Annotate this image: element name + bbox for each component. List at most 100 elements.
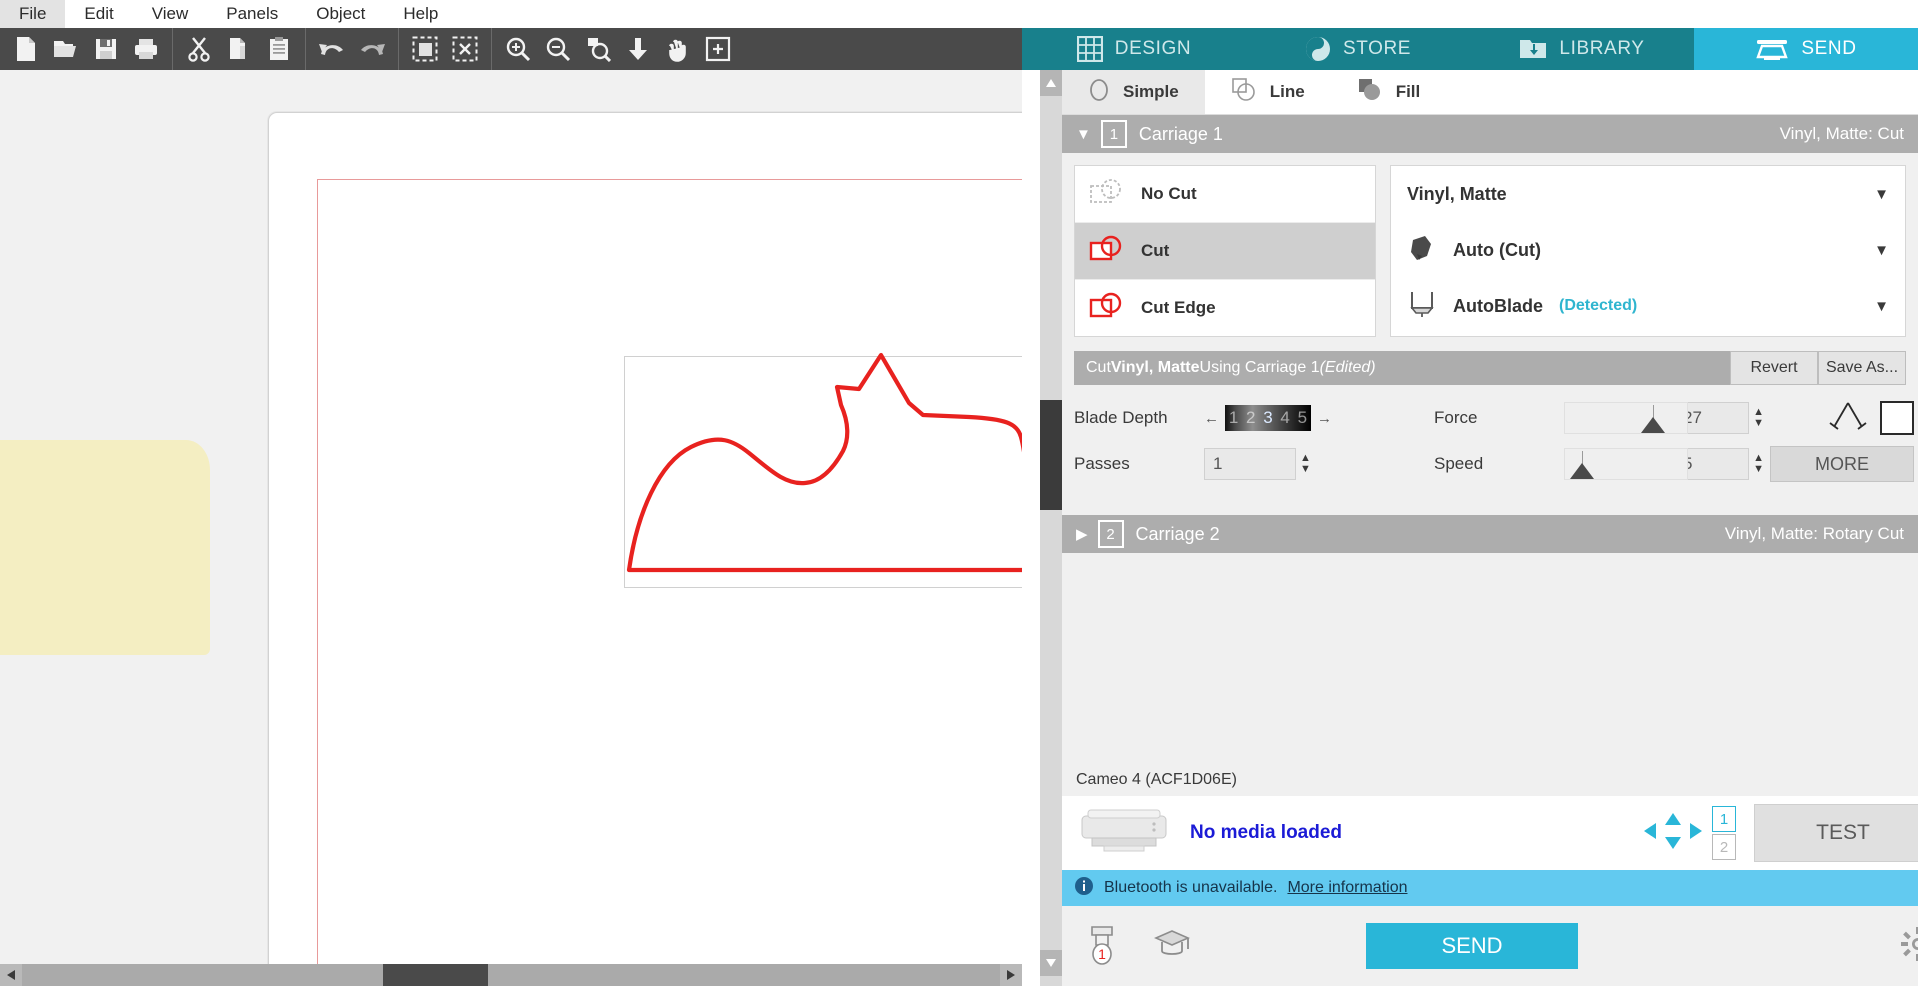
cut-option-cut[interactable]: Cut (1075, 223, 1375, 280)
paste-clipboard-icon[interactable] (259, 28, 299, 70)
panel-scroll-down-icon[interactable] (1040, 950, 1062, 976)
zoom-selection-icon[interactable] (578, 28, 618, 70)
tab-design[interactable]: DESIGN (1022, 28, 1246, 70)
more-button[interactable]: MORE (1770, 446, 1914, 482)
cut-option-cut-edge[interactable]: Cut Edge (1075, 280, 1375, 336)
blade-depth-increase-icon[interactable]: → (1317, 410, 1332, 427)
cut-option-no-cut[interactable]: No Cut (1075, 166, 1375, 223)
send-button[interactable]: SEND (1366, 923, 1578, 969)
save-as-button[interactable]: Save As... (1818, 351, 1906, 385)
passes-stepper[interactable]: 1 ▲ ▼ (1204, 448, 1354, 480)
save-icon[interactable] (86, 28, 126, 70)
more-information-link[interactable]: More information (1287, 879, 1407, 897)
preset-prefix: Cut (1086, 359, 1111, 376)
tab-library[interactable]: LIBRARY (1470, 28, 1694, 70)
print-icon[interactable] (126, 28, 166, 70)
undo-icon[interactable] (312, 28, 352, 70)
tab-send-label: SEND (1801, 38, 1857, 59)
open-folder-icon[interactable] (46, 28, 86, 70)
panel-scroll-up-icon[interactable] (1040, 70, 1062, 96)
tool-select[interactable]: AutoBlade (Detected) ▼ (1391, 278, 1905, 334)
tab-simple-label: Simple (1123, 82, 1179, 101)
revert-button[interactable]: Revert (1730, 351, 1818, 385)
tab-simple[interactable]: Simple (1062, 70, 1205, 114)
speed-stepper-arrows[interactable]: ▲ ▼ (1753, 453, 1764, 475)
tab-fill[interactable]: Fill (1331, 70, 1447, 114)
action-name: Auto (Cut) (1453, 239, 1541, 260)
zoom-region-icon[interactable] (698, 28, 738, 70)
menu-item-help[interactable]: Help (384, 0, 457, 28)
tab-send[interactable]: SEND (1694, 28, 1918, 70)
test-button[interactable]: TEST (1754, 804, 1918, 862)
blade-depth-roller[interactable]: 1 2 3 4 5 (1225, 405, 1311, 431)
force-label: Force (1434, 408, 1478, 427)
select-all-icon[interactable] (405, 28, 445, 70)
menu-item-edit[interactable]: Edit (65, 0, 132, 28)
carriage-selector-2[interactable]: 2 (1712, 834, 1736, 860)
deselect-all-icon[interactable] (445, 28, 485, 70)
scroll-right-arrow-icon[interactable] (1000, 964, 1022, 986)
chevron-down-icon[interactable]: ▼ (1874, 242, 1889, 259)
panel-vertical-scrollbar[interactable] (1040, 70, 1062, 986)
tab-line[interactable]: Line (1205, 70, 1331, 114)
action-select[interactable]: Auto (Cut) ▼ (1391, 222, 1905, 278)
send-panel: Simple Line Fill ▼ 1 Carriage 1 Vinyl, M… (1062, 70, 1918, 986)
toolbar-group-zoom (492, 28, 744, 70)
passes-stepper-arrows[interactable]: ▲ ▼ (1300, 453, 1311, 475)
material-name: Vinyl, Matte (1407, 183, 1507, 204)
gear-icon[interactable] (1900, 926, 1918, 967)
force-slider[interactable] (1564, 402, 1688, 434)
circle-outline-icon (1088, 78, 1110, 107)
send-mode-tabs: Simple Line Fill (1062, 70, 1918, 115)
blade-depth-value-2: 2 (1246, 408, 1256, 427)
tool-name: AutoBlade (1453, 295, 1543, 316)
copy-icon[interactable] (219, 28, 259, 70)
graduation-cap-icon[interactable] (1152, 924, 1192, 969)
carriage-selector-1[interactable]: 1 (1712, 806, 1736, 832)
chevron-right-icon[interactable]: ▶ (1076, 527, 1088, 542)
cutter-badge-icon[interactable]: 1 (1080, 921, 1126, 972)
scroll-left-arrow-icon[interactable] (0, 964, 22, 986)
nav-arrows-icon[interactable] (1642, 811, 1704, 856)
blade-depth-control[interactable]: ← 1 2 3 4 5 → (1204, 405, 1354, 431)
passes-value[interactable]: 1 (1204, 448, 1296, 480)
force-stepper-arrows[interactable]: ▲ ▼ (1753, 407, 1764, 429)
tab-store[interactable]: STORE (1246, 28, 1470, 70)
toolbar-group-selection (399, 28, 492, 70)
chevron-down-icon[interactable]: ▼ (1076, 127, 1091, 142)
cutter-machine-icon (1755, 37, 1789, 61)
material-select[interactable]: Vinyl, Matte ▼ (1391, 166, 1905, 222)
menu-item-view[interactable]: View (133, 0, 208, 28)
carriage-1-header[interactable]: ▼ 1 Carriage 1 Vinyl, Matte: Cut (1062, 115, 1918, 153)
speed-slider[interactable] (1564, 448, 1688, 480)
zoom-out-icon[interactable] (538, 28, 578, 70)
menu-item-panels[interactable]: Panels (207, 0, 297, 28)
blade-depth-label: Blade Depth (1074, 408, 1168, 427)
menu-item-file[interactable]: File (0, 0, 66, 28)
speed-decrease-icon[interactable]: ▼ (1753, 464, 1764, 475)
cut-path-shape[interactable] (609, 343, 1022, 608)
chevron-down-icon[interactable]: ▼ (1874, 298, 1889, 315)
zoom-in-icon[interactable] (498, 28, 538, 70)
cut-icon (1089, 234, 1125, 269)
canvas-horizontal-scrollbar[interactable] (0, 964, 1022, 986)
carriage-2-header[interactable]: ▶ 2 Carriage 2 Vinyl, Matte: Rotary Cut (1062, 515, 1918, 553)
menu-bar: File Edit View Panels Object Help (0, 0, 1918, 28)
redo-icon[interactable] (352, 28, 392, 70)
menu-item-object[interactable]: Object (297, 0, 384, 28)
cut-option-cut-edge-label: Cut Edge (1141, 298, 1216, 317)
panel-scroll-thumb[interactable] (1040, 400, 1062, 510)
cut-scissors-icon[interactable] (179, 28, 219, 70)
force-decrease-icon[interactable]: ▼ (1753, 418, 1764, 429)
fit-to-page-icon[interactable] (618, 28, 658, 70)
new-document-icon[interactable] (6, 28, 46, 70)
design-canvas[interactable] (0, 70, 1022, 986)
passes-decrease-icon[interactable]: ▼ (1300, 464, 1311, 475)
chevron-down-icon[interactable]: ▼ (1874, 186, 1889, 203)
line-segment-icon[interactable] (1828, 400, 1868, 437)
blade-depth-decrease-icon[interactable]: ← (1204, 410, 1219, 427)
pan-hand-icon[interactable] (658, 28, 698, 70)
fill-shapes-icon (1357, 77, 1383, 108)
square-outline-icon[interactable] (1880, 401, 1914, 435)
horizontal-scroll-thumb[interactable] (383, 964, 488, 986)
